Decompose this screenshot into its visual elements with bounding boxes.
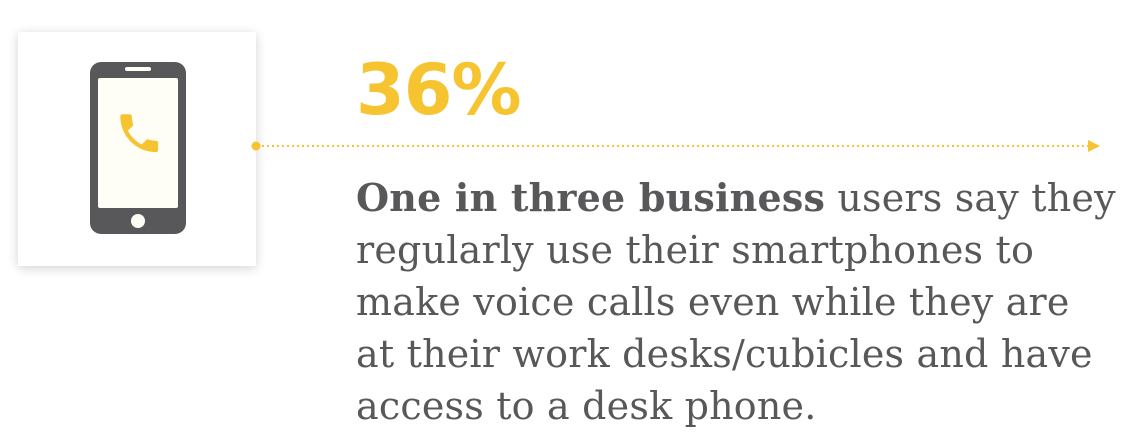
arrowhead-icon	[1088, 140, 1100, 152]
phone-home-button	[131, 214, 145, 228]
phone-speaker	[125, 67, 151, 71]
dotted-arrow-connector	[251, 140, 1100, 152]
connector-start-dot	[251, 141, 261, 151]
stat-value: 36%	[356, 49, 522, 131]
smartphone-call-icon	[90, 62, 186, 234]
phone-icon-card	[18, 32, 256, 266]
statement-lead: One in three business	[356, 175, 826, 220]
statement-text: One in three business users say they reg…	[356, 172, 1116, 432]
